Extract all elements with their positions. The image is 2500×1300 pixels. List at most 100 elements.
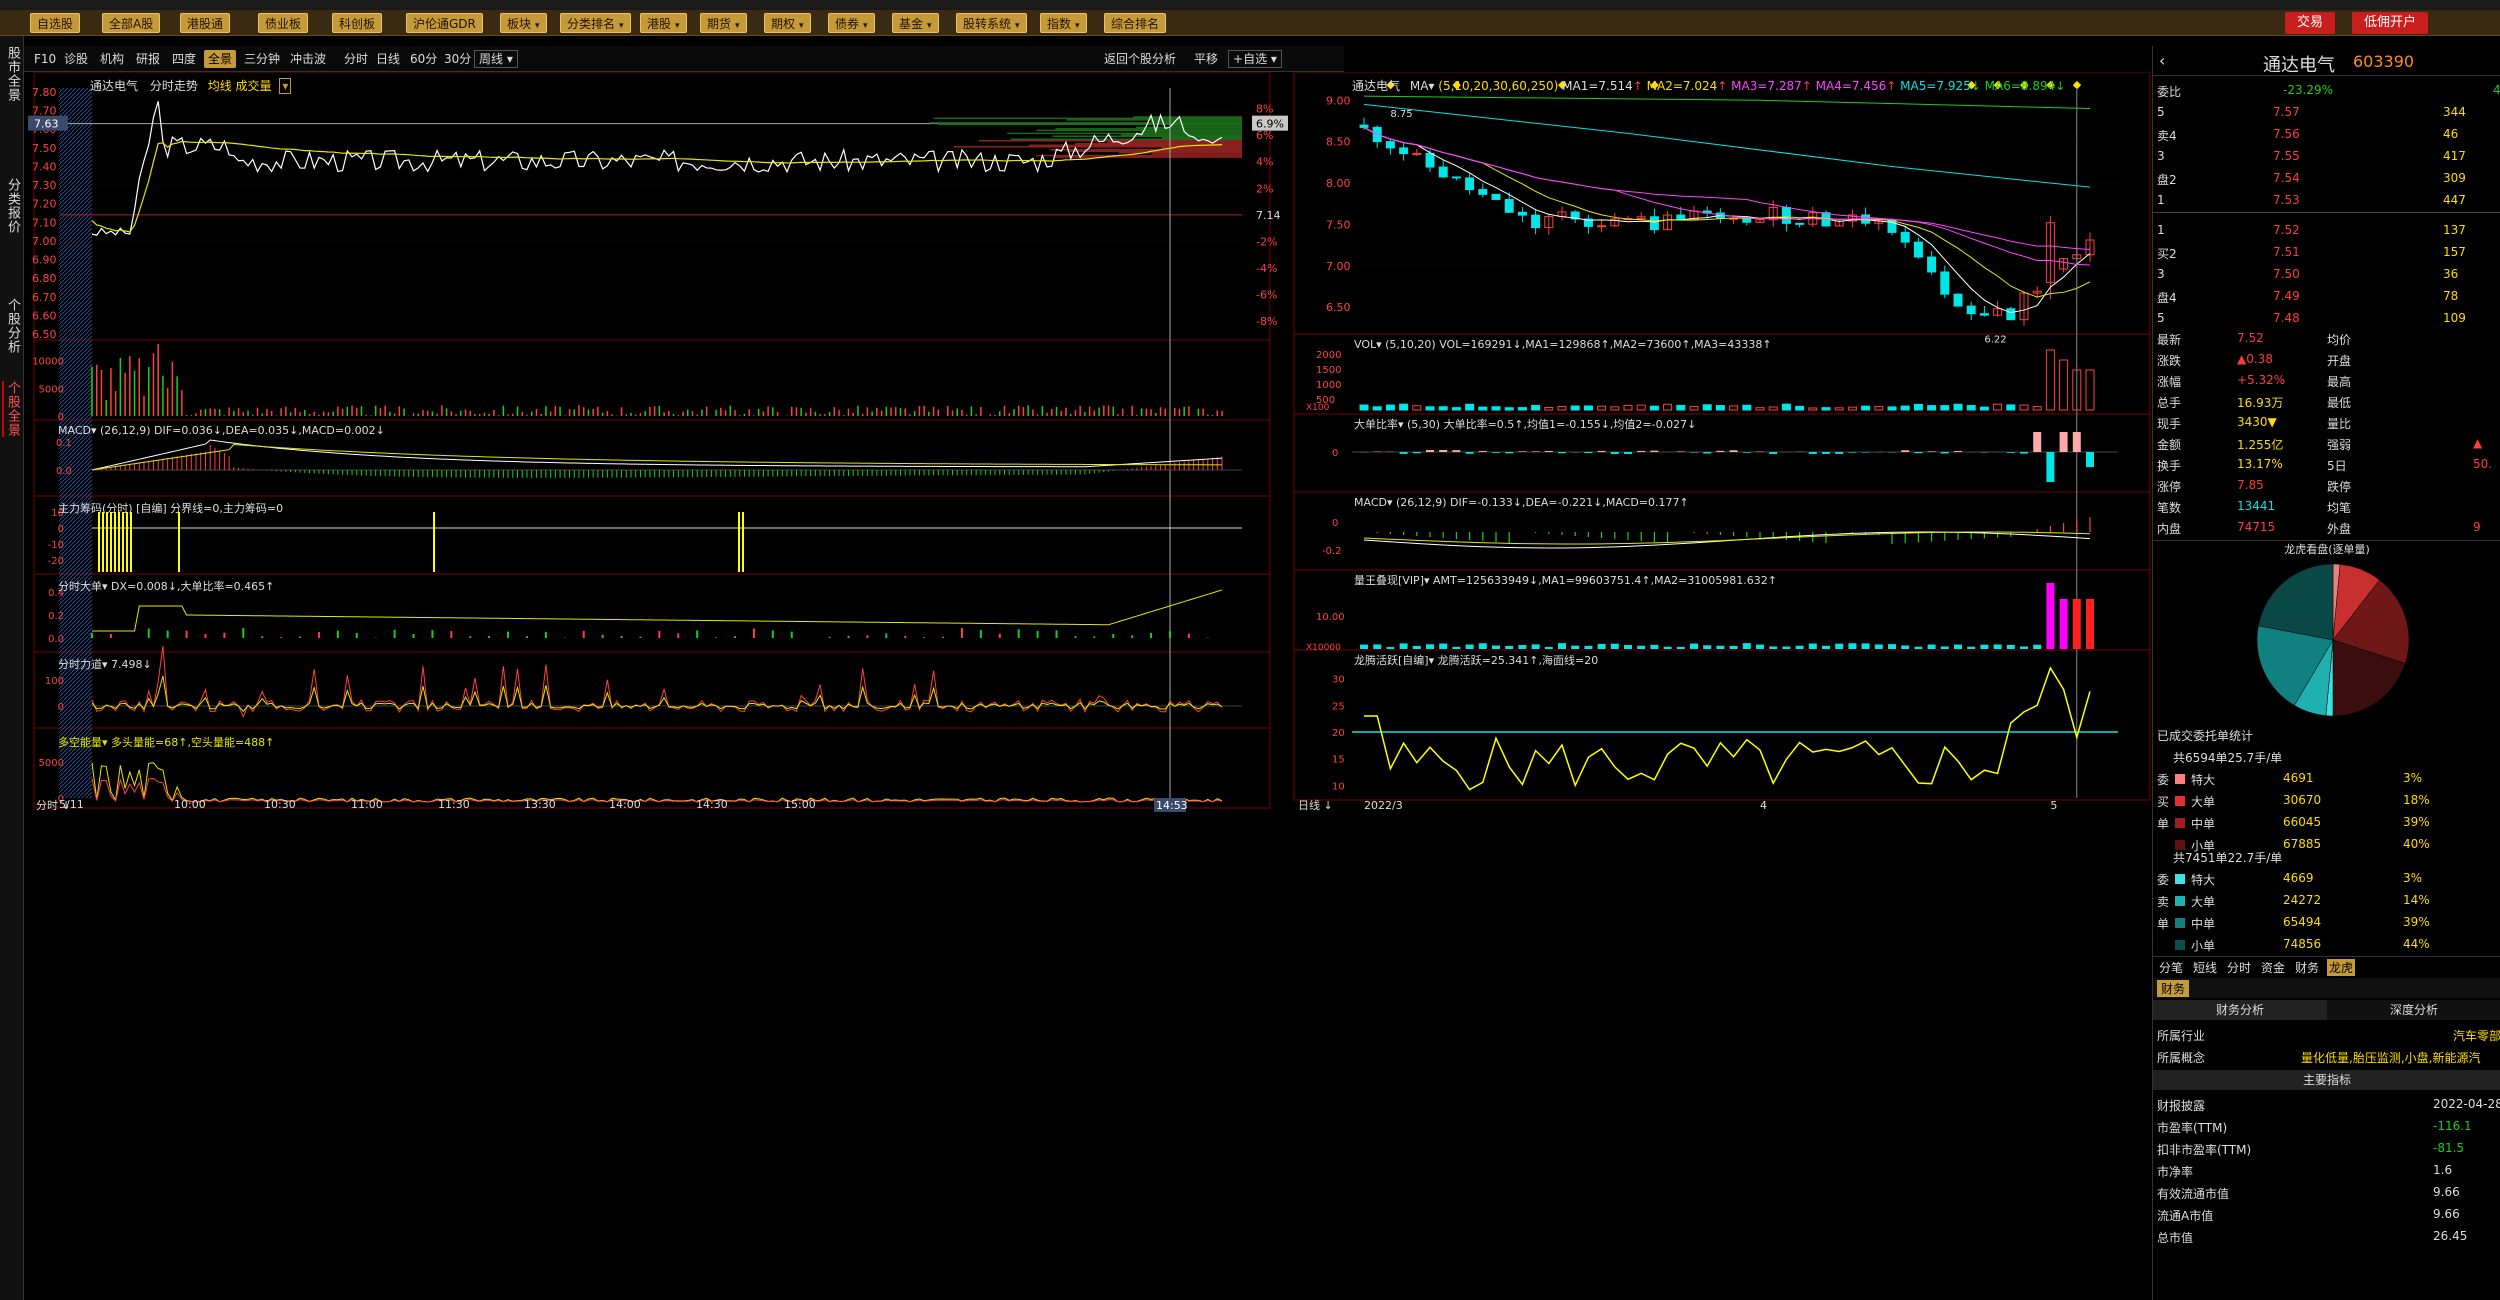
- nav-market-overview[interactable]: 股市全景: [2, 46, 22, 102]
- dragon-tick: 10: [1332, 781, 1345, 792]
- subtab-depth-analysis[interactable]: 深度分析: [2327, 1000, 2500, 1020]
- indicator-label: 总市值: [2157, 1231, 2194, 1245]
- menu-item-15[interactable]: 综合排名: [1104, 13, 1167, 33]
- period-60min[interactable]: 60分: [410, 50, 437, 68]
- stat-label: 涨幅: [2157, 375, 2182, 389]
- stat-row: 内盘 74715 外盘 9: [2153, 517, 2500, 539]
- kline-chart[interactable]: 9.008.508.007.507.006.508.756.22◆ ◆ ◆ ◆ ◆ ◆ ◆ ◆…: [1292, 72, 2152, 1300]
- menu-item-10[interactable]: 期权 ▾: [764, 13, 811, 33]
- volking-bar: [1571, 645, 1580, 649]
- menu-item-4[interactable]: 科创板: [332, 13, 383, 33]
- menu-item-0[interactable]: 自选股: [30, 13, 81, 33]
- level-label: 3: [2157, 149, 2165, 163]
- menu-item-11[interactable]: 债券 ▾: [828, 13, 875, 33]
- indicator-value: 9.66: [2433, 1185, 2460, 1199]
- quote-tab-5[interactable]: 龙虎: [2327, 959, 2356, 976]
- kline-vol-bar: [1570, 405, 1580, 411]
- kline-vol-bar: [1834, 407, 1844, 411]
- menu-item-7[interactable]: 分类排名 ▾: [560, 13, 631, 33]
- bigratio-bar: [2006, 452, 2015, 453]
- intraday-chart[interactable]: 7.807.707.607.507.407.307.207.107.006.90…: [24, 72, 1292, 1300]
- menu-item-6[interactable]: 板块 ▾: [500, 13, 547, 33]
- pie-title: 龙虎看盘(逐单量): [2153, 540, 2500, 558]
- quote-tab-0[interactable]: 分笔: [2157, 959, 2185, 976]
- level-volume: 157: [2443, 245, 2466, 259]
- back-arrow-icon[interactable]: ‹: [2159, 51, 2165, 70]
- ask-row[interactable]: 5 7.57 344: [2153, 102, 2500, 124]
- period-select[interactable]: 周线 ▾: [474, 50, 518, 68]
- tool-three-minute[interactable]: 三分钟: [244, 50, 280, 68]
- tool-diagnose[interactable]: 诊股: [64, 50, 88, 68]
- menu-item-9[interactable]: 期货 ▾: [700, 13, 747, 33]
- time-tick-label: 15:00: [784, 798, 816, 811]
- menu-item-3[interactable]: 债业板: [258, 13, 309, 33]
- volking-bar: [1610, 643, 1619, 649]
- ask-row[interactable]: 盘2 7.54 309: [2153, 168, 2500, 190]
- tool-research[interactable]: 研报: [136, 50, 160, 68]
- bid-row[interactable]: 1 7.52 137: [2153, 220, 2500, 242]
- menu-item-12[interactable]: 基金 ▾: [892, 13, 939, 33]
- menu-item-14[interactable]: 指数 ▾: [1040, 13, 1087, 33]
- kline-ma-line-5: [1363, 126, 2091, 314]
- kline-ma-label[interactable]: MA: [1410, 79, 1429, 93]
- level-volume: 309: [2443, 171, 2466, 185]
- subtab-finance-analysis[interactable]: 财务分析: [2153, 1000, 2327, 1020]
- bigratio-bar: [1822, 452, 1830, 454]
- back-to-analysis-link[interactable]: 返回个股分析: [1104, 50, 1176, 68]
- open-account-button[interactable]: 低佣开户: [2352, 12, 2429, 34]
- tool-f10[interactable]: F10: [34, 50, 56, 68]
- pan-button[interactable]: 平移: [1194, 50, 1218, 68]
- menu-item-5[interactable]: 沪伦通GDR: [406, 13, 483, 33]
- ask-row[interactable]: 1 7.53 447: [2153, 190, 2500, 212]
- stat-label-2: 强弱: [2327, 438, 2352, 452]
- time-tick-label: 11:30: [438, 798, 470, 811]
- tool-institution[interactable]: 机构: [100, 50, 124, 68]
- price-tick-label: 6.80: [32, 272, 57, 285]
- tool-impact-wave[interactable]: 冲击波: [290, 50, 326, 68]
- buy-total: 共6594单25.7手/单: [2153, 746, 2500, 768]
- bid-row[interactable]: 盘4 7.49 78: [2153, 286, 2500, 308]
- orderbook-divider: [2153, 212, 2500, 213]
- order-size-label: 大单: [2191, 795, 2216, 809]
- bid-row[interactable]: 5 7.48 109: [2153, 308, 2500, 330]
- bid-row[interactable]: 3 7.50 36: [2153, 264, 2500, 286]
- stat-label: 金额: [2157, 438, 2182, 452]
- intraday-dropdown-icon[interactable]: ▾: [279, 78, 292, 94]
- stat-label: 总手: [2157, 396, 2182, 410]
- custom-select[interactable]: +自选 ▾: [1228, 50, 1282, 68]
- bigratio-bar: [1914, 452, 1923, 454]
- quote-tab-1[interactable]: 短线: [2191, 959, 2219, 976]
- menu-item-13[interactable]: 股转系统 ▾: [956, 13, 1027, 33]
- period-intraday[interactable]: 分时: [344, 50, 368, 68]
- quote-tab-2[interactable]: 分时: [2225, 959, 2253, 976]
- menu-item-1[interactable]: 全部A股: [102, 13, 161, 33]
- ask-row[interactable]: 卖4 7.56 46: [2153, 124, 2500, 146]
- nav-stock-analysis[interactable]: 个股分析: [2, 298, 22, 354]
- menu-item-2[interactable]: 港股通: [180, 13, 231, 33]
- period-daily[interactable]: 日线: [376, 50, 400, 68]
- level-label: 1: [2157, 193, 2165, 207]
- quote-tab-3[interactable]: 资金: [2259, 959, 2287, 976]
- volking-bar: [1874, 644, 1883, 649]
- menu-item-8[interactable]: 港股 ▾: [640, 13, 687, 33]
- tool-four-degree[interactable]: 四度: [172, 50, 196, 68]
- menu-item-label: 债业板: [265, 17, 302, 31]
- level-label: 3: [2157, 267, 2165, 281]
- trade-button[interactable]: 交易: [2285, 12, 2336, 34]
- quote-tab-4[interactable]: 财务: [2293, 959, 2321, 976]
- tool-overview[interactable]: 全景: [204, 50, 237, 68]
- pct-tick-label: -4%: [1256, 262, 1277, 275]
- stat-value-2: 9: [2473, 520, 2481, 534]
- ask-row[interactable]: 3 7.55 417: [2153, 146, 2500, 168]
- stat-label: 换手: [2157, 459, 2182, 473]
- side-label: 单: [2157, 817, 2170, 831]
- finance-tab[interactable]: 财务: [2157, 980, 2190, 997]
- nav-stock-overview[interactable]: 个股全景: [2, 381, 22, 437]
- kline-candle: [1913, 241, 1923, 258]
- period-30min[interactable]: 30分: [444, 50, 471, 68]
- bigratio-tick: 0: [1332, 448, 1338, 459]
- nav-category-quotes[interactable]: 分类报价: [2, 178, 22, 234]
- buy-row: 单 中单 66045 39%: [2153, 812, 2500, 834]
- kline-vol-bar: [1689, 405, 1699, 411]
- bid-row[interactable]: 买2 7.51 157: [2153, 242, 2500, 264]
